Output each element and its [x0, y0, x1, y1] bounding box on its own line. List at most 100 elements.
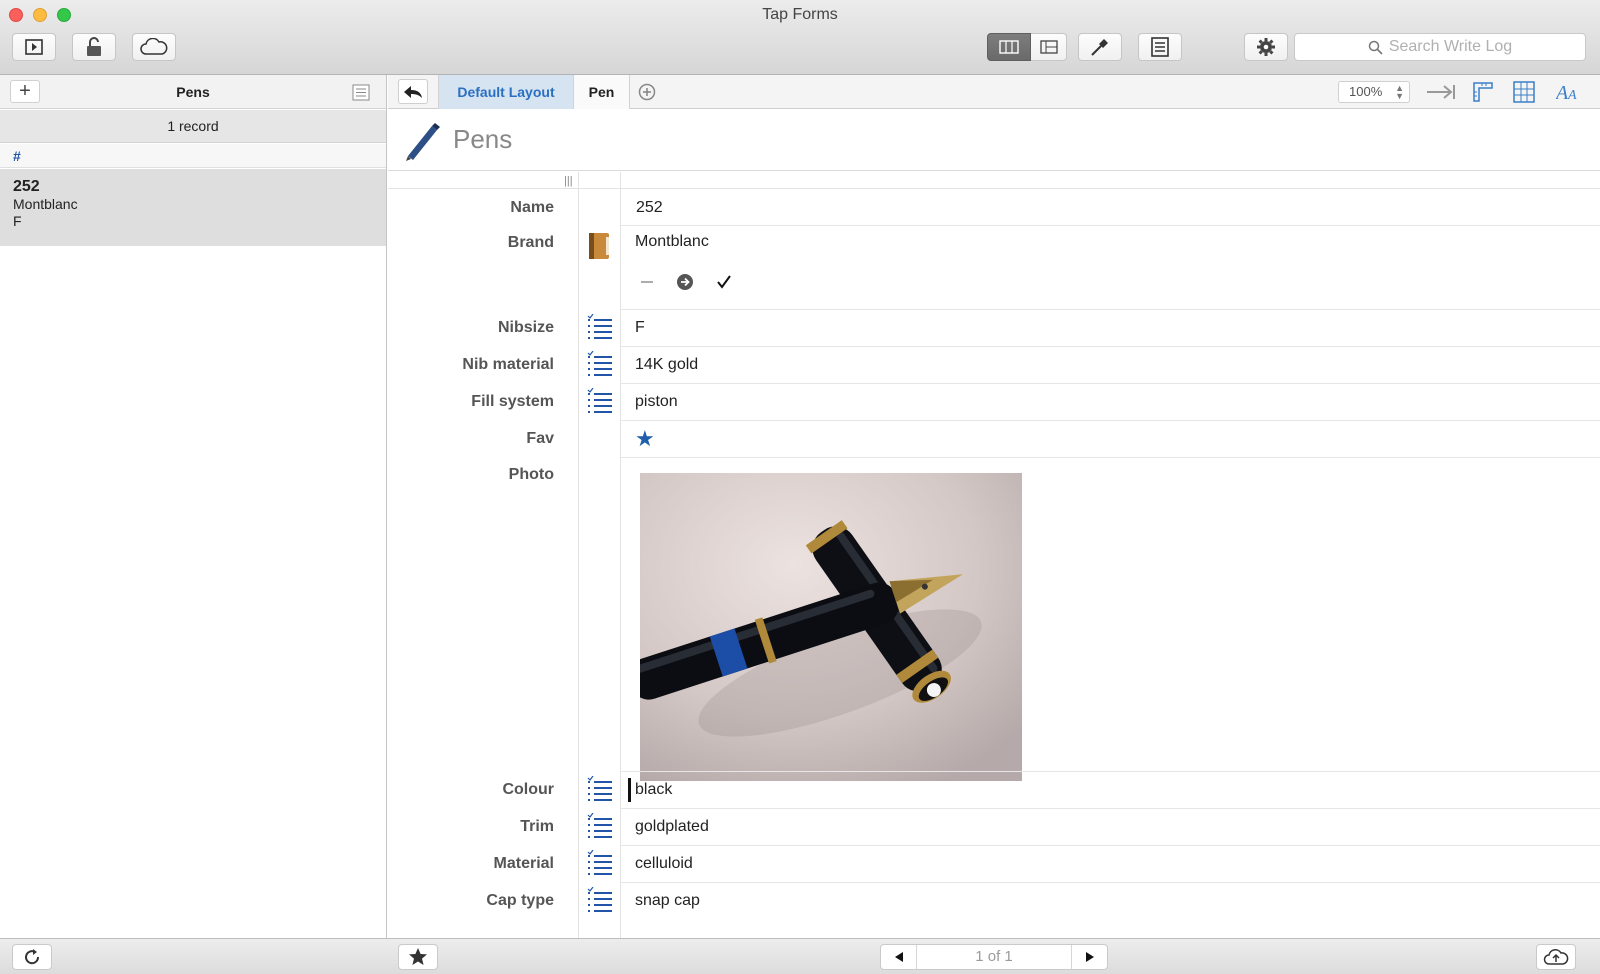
table-layout-icon: [1039, 40, 1058, 54]
back-arrow-icon: [404, 85, 422, 98]
gear-icon: [1257, 38, 1275, 56]
icon-gutter-divider: [578, 172, 579, 938]
field-value-colour[interactable]: black: [635, 781, 672, 799]
favorite-filter-button[interactable]: [398, 944, 438, 970]
form-designer-button[interactable]: [1078, 33, 1122, 61]
pick-list-icon[interactable]: [586, 351, 614, 379]
record-pager: 1 of 1: [880, 944, 1108, 970]
stepper-icon: ▲ ▼: [1395, 83, 1404, 101]
settings-button[interactable]: [1244, 33, 1288, 61]
row-divider: [620, 771, 1600, 772]
previous-record-button[interactable]: [881, 945, 917, 969]
checkmark-icon[interactable]: [716, 274, 732, 290]
field-value-nib-material[interactable]: 14K gold: [635, 356, 698, 374]
form-title: Pens: [453, 124, 513, 154]
dropper-tool-icon: [1091, 39, 1108, 56]
presentation-button[interactable]: [12, 33, 56, 61]
add-layout-icon[interactable]: [638, 83, 656, 101]
field-value-nibsize[interactable]: F: [635, 319, 645, 337]
pick-list-icon[interactable]: [586, 776, 614, 804]
row-divider: [620, 808, 1600, 809]
title-divider: [388, 170, 1600, 171]
field-label-trim: Trim: [520, 818, 554, 835]
record-subtitle: Montblanc: [13, 196, 78, 212]
record-list-item[interactable]: 252 Montblanc F: [0, 169, 386, 246]
cloud-upload-button[interactable]: [1536, 944, 1576, 970]
field-value-cap-type[interactable]: snap cap: [635, 892, 700, 910]
pick-list-icon[interactable]: [586, 388, 614, 416]
row-divider: [620, 383, 1600, 384]
pen-photo[interactable]: [640, 473, 1022, 781]
address-book-icon[interactable]: [586, 231, 612, 261]
lock-button[interactable]: [72, 33, 116, 61]
row-divider: [620, 457, 1600, 458]
app-window: Tap Forms Search Write Log + Pens 1 reco…: [0, 0, 1600, 974]
field-label-photo: Photo: [508, 466, 554, 483]
field-value-brand[interactable]: Montblanc: [635, 233, 709, 251]
section-header: #: [0, 144, 386, 168]
pen-icon: [406, 123, 440, 161]
list-document-icon: [1151, 37, 1169, 57]
column-splitter[interactable]: |||: [564, 175, 574, 187]
tab-order-icon[interactable]: [1426, 84, 1456, 100]
field-label-brand: Brand: [507, 234, 554, 251]
play-icon: [25, 39, 43, 55]
table-view-button[interactable]: [1031, 33, 1067, 61]
title-bar: Tap Forms Search Write Log: [0, 0, 1600, 75]
back-button[interactable]: [398, 79, 428, 104]
next-record-button[interactable]: [1071, 945, 1107, 969]
row-divider: [620, 225, 1600, 226]
pick-list-icon[interactable]: [586, 887, 614, 915]
record-form: Pens ||| Name 252 Brand Montblanc Nibsiz…: [388, 110, 1600, 938]
bottom-toolbar: 1 of 1: [0, 938, 1600, 974]
row-divider: [620, 420, 1600, 421]
field-label-cap-type: Cap type: [486, 892, 554, 909]
layout-tabs-bar: Default Layout Pen 100% ▲ ▼ AA: [388, 75, 1600, 109]
star-icon: [409, 948, 427, 965]
search-input[interactable]: Search Write Log: [1294, 33, 1586, 61]
fountain-pen-image: [640, 473, 1022, 781]
zoom-select[interactable]: 100% ▲ ▼: [1338, 81, 1410, 103]
field-label-fill-system: Fill system: [471, 393, 554, 410]
row-divider: [620, 882, 1600, 883]
columns-icon: [999, 40, 1019, 54]
pick-list-icon[interactable]: [586, 850, 614, 878]
sidebar-header: + Pens: [0, 75, 386, 109]
row-divider: [620, 346, 1600, 347]
zoom-value: 100%: [1349, 84, 1383, 99]
window-title: Tap Forms: [762, 6, 838, 23]
go-to-link-icon[interactable]: [676, 273, 694, 291]
grid-icon[interactable]: [1513, 81, 1535, 103]
font-style-icon[interactable]: AA: [1556, 81, 1580, 103]
field-value-material[interactable]: celluloid: [635, 855, 693, 873]
search-icon: [1368, 40, 1383, 55]
column-view-button[interactable]: [987, 33, 1031, 61]
records-sidebar: + Pens 1 record # 252 Montblanc F: [0, 75, 387, 938]
sidebar-form-title: Pens: [176, 84, 210, 100]
field-label-material: Material: [493, 855, 554, 872]
search-placeholder: Search Write Log: [1388, 38, 1513, 55]
remove-link-icon[interactable]: [640, 274, 654, 290]
pick-list-icon[interactable]: [586, 813, 614, 841]
unlock-icon: [87, 37, 101, 56]
record-count: 1 record: [0, 110, 386, 143]
form-top-divider: [388, 188, 1600, 189]
sync-cloud-button[interactable]: [132, 33, 176, 61]
record-detail: F: [13, 213, 22, 229]
row-divider: [620, 309, 1600, 310]
refresh-button[interactable]: [12, 944, 52, 970]
tab-default-layout[interactable]: Default Layout: [438, 75, 574, 109]
record-details-button[interactable]: [1138, 33, 1182, 61]
field-value-fill-system[interactable]: piston: [635, 393, 678, 411]
pick-list-icon[interactable]: [586, 314, 614, 342]
field-value-trim[interactable]: goldplated: [635, 818, 709, 836]
field-label-name: Name: [510, 199, 554, 216]
favorite-star-icon[interactable]: ★: [635, 426, 655, 452]
tab-pen[interactable]: Pen: [574, 75, 630, 109]
field-label-colour: Colour: [502, 781, 554, 798]
triangle-left-icon: [894, 952, 903, 962]
list-view-icon[interactable]: [352, 84, 370, 101]
field-value-name[interactable]: 252: [636, 199, 663, 217]
ruler-icon[interactable]: [1472, 81, 1494, 103]
pager-count: 1 of 1: [975, 948, 1013, 965]
